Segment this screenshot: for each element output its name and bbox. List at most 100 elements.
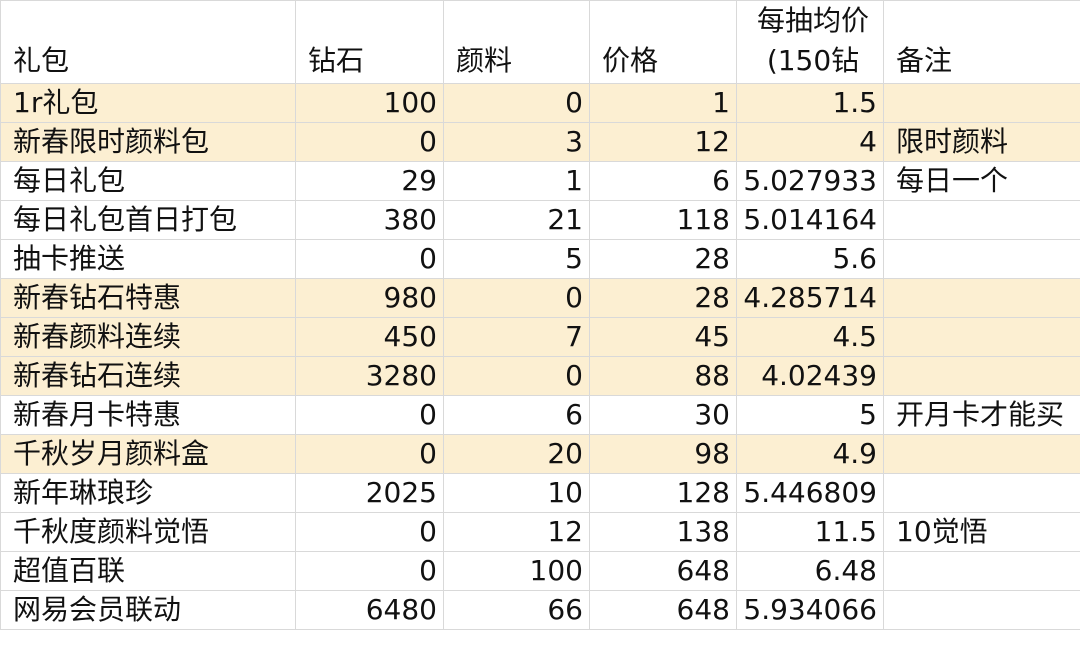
- header-per-draw-line2: (150钻: [766, 44, 860, 77]
- cell-diamonds[interactable]: 450: [295, 317, 444, 357]
- cell-price[interactable]: 6: [589, 161, 737, 201]
- cell-per-draw[interactable]: 5.014164: [736, 200, 884, 240]
- cell-diamonds[interactable]: 0: [295, 434, 444, 474]
- cell-price[interactable]: 28: [589, 239, 737, 279]
- cell-note[interactable]: 每日一个: [883, 161, 1080, 201]
- cell-pigment[interactable]: 0: [443, 356, 590, 396]
- cell-package-name[interactable]: 超值百联: [0, 551, 296, 591]
- cell-pigment[interactable]: 1: [443, 161, 590, 201]
- cell-per-draw[interactable]: 5.446809: [736, 473, 884, 513]
- table-row: 千秋岁月颜料盒 0 20 98 4.9: [0, 434, 1080, 474]
- cell-per-draw[interactable]: 5: [736, 395, 884, 435]
- cell-note[interactable]: [883, 83, 1080, 123]
- cell-pigment[interactable]: 10: [443, 473, 590, 513]
- cell-note[interactable]: [883, 356, 1080, 396]
- cell-diamonds[interactable]: 0: [295, 512, 444, 552]
- cell-package-name[interactable]: 网易会员联动: [0, 590, 296, 630]
- cell-package-name[interactable]: 新春月卡特惠: [0, 395, 296, 435]
- cell-note[interactable]: [883, 239, 1080, 279]
- cell-diamonds[interactable]: 0: [295, 122, 444, 162]
- cell-package-name[interactable]: 新春钻石连续: [0, 356, 296, 396]
- cell-package-name[interactable]: 新年琳琅珍: [0, 473, 296, 513]
- cell-package-name[interactable]: 千秋度颜料觉悟: [0, 512, 296, 552]
- cell-note[interactable]: [883, 473, 1080, 513]
- cell-pigment[interactable]: 66: [443, 590, 590, 630]
- cell-diamonds[interactable]: 0: [295, 395, 444, 435]
- cell-price[interactable]: 138: [589, 512, 737, 552]
- cell-note[interactable]: [883, 278, 1080, 318]
- cell-price[interactable]: 98: [589, 434, 737, 474]
- table-row: 新春颜料连续 450 7 45 4.5: [0, 317, 1080, 357]
- cell-pigment[interactable]: 0: [443, 83, 590, 123]
- header-cell-notes[interactable]: 备注: [883, 0, 1080, 84]
- header-row: 礼包 钻石 颜料 价格 每抽均价 (150钻 备注: [0, 0, 1080, 84]
- cell-package-name[interactable]: 每日礼包: [0, 161, 296, 201]
- header-cell-diamonds[interactable]: 钻石: [295, 0, 444, 84]
- cell-price[interactable]: 45: [589, 317, 737, 357]
- cell-price[interactable]: 128: [589, 473, 737, 513]
- cell-package-name[interactable]: 千秋岁月颜料盒: [0, 434, 296, 474]
- cell-diamonds[interactable]: 100: [295, 83, 444, 123]
- cell-price[interactable]: 88: [589, 356, 737, 396]
- cell-package-name[interactable]: 新春钻石特惠: [0, 278, 296, 318]
- cell-note[interactable]: [883, 590, 1080, 630]
- cell-price[interactable]: 30: [589, 395, 737, 435]
- cell-pigment[interactable]: 20: [443, 434, 590, 474]
- cell-diamonds[interactable]: 980: [295, 278, 444, 318]
- cell-note[interactable]: [883, 200, 1080, 240]
- table-row: 千秋度颜料觉悟 0 12 138 11.5 10觉悟: [0, 512, 1080, 552]
- cell-note[interactable]: 开月卡才能买: [883, 395, 1080, 435]
- cell-per-draw[interactable]: 4.9: [736, 434, 884, 474]
- cell-diamonds[interactable]: 29: [295, 161, 444, 201]
- cell-package-name[interactable]: 每日礼包首日打包: [0, 200, 296, 240]
- cell-note[interactable]: 限时颜料: [883, 122, 1080, 162]
- cell-per-draw[interactable]: 5.934066: [736, 590, 884, 630]
- cell-per-draw[interactable]: 4.285714: [736, 278, 884, 318]
- sheet-body: 礼包 钻石 颜料 价格 每抽均价 (150钻 备注 1r礼包 100 0 1 1.5 新春…: [0, 0, 1080, 630]
- cell-package-name[interactable]: 抽卡推送: [0, 239, 296, 279]
- cell-pigment[interactable]: 7: [443, 317, 590, 357]
- cell-note[interactable]: [883, 317, 1080, 357]
- cell-diamonds[interactable]: 0: [295, 551, 444, 591]
- cell-note[interactable]: [883, 551, 1080, 591]
- header-cell-package[interactable]: 礼包: [0, 0, 296, 84]
- cell-price[interactable]: 118: [589, 200, 737, 240]
- cell-pigment[interactable]: 21: [443, 200, 590, 240]
- cell-package-name[interactable]: 新春颜料连续: [0, 317, 296, 357]
- cell-diamonds[interactable]: 2025: [295, 473, 444, 513]
- cell-per-draw[interactable]: 6.48: [736, 551, 884, 591]
- cell-package-name[interactable]: 1r礼包: [0, 83, 296, 123]
- cell-per-draw[interactable]: 4.02439: [736, 356, 884, 396]
- cell-note[interactable]: [883, 434, 1080, 474]
- header-cell-price[interactable]: 价格: [589, 0, 737, 84]
- cell-pigment[interactable]: 0: [443, 278, 590, 318]
- cell-price[interactable]: 28: [589, 278, 737, 318]
- cell-diamonds[interactable]: 3280: [295, 356, 444, 396]
- header-cell-pigment[interactable]: 颜料: [443, 0, 590, 84]
- cell-per-draw[interactable]: 11.5: [736, 512, 884, 552]
- cell-package-name[interactable]: 新春限时颜料包: [0, 122, 296, 162]
- cell-per-draw[interactable]: 5.6: [736, 239, 884, 279]
- cell-per-draw[interactable]: 4: [736, 122, 884, 162]
- cell-pigment[interactable]: 12: [443, 512, 590, 552]
- cell-pigment[interactable]: 3: [443, 122, 590, 162]
- cell-price[interactable]: 648: [589, 551, 737, 591]
- cell-per-draw[interactable]: 1.5: [736, 83, 884, 123]
- cell-price[interactable]: 12: [589, 122, 737, 162]
- table-row: 新春钻石特惠 980 0 28 4.285714: [0, 278, 1080, 318]
- cell-price[interactable]: 1: [589, 83, 737, 123]
- table-row: 网易会员联动 6480 66 648 5.934066: [0, 590, 1080, 630]
- cell-pigment[interactable]: 5: [443, 239, 590, 279]
- cell-diamonds[interactable]: 6480: [295, 590, 444, 630]
- cell-per-draw[interactable]: 5.027933: [736, 161, 884, 201]
- table-row: 新春限时颜料包 0 3 12 4 限时颜料: [0, 122, 1080, 162]
- cell-price[interactable]: 648: [589, 590, 737, 630]
- cell-note[interactable]: 10觉悟: [883, 512, 1080, 552]
- table-row: 抽卡推送 0 5 28 5.6: [0, 239, 1080, 279]
- cell-pigment[interactable]: 100: [443, 551, 590, 591]
- cell-per-draw[interactable]: 4.5: [736, 317, 884, 357]
- cell-pigment[interactable]: 6: [443, 395, 590, 435]
- cell-diamonds[interactable]: 0: [295, 239, 444, 279]
- header-cell-per-draw[interactable]: 每抽均价 (150钻: [736, 0, 884, 84]
- cell-diamonds[interactable]: 380: [295, 200, 444, 240]
